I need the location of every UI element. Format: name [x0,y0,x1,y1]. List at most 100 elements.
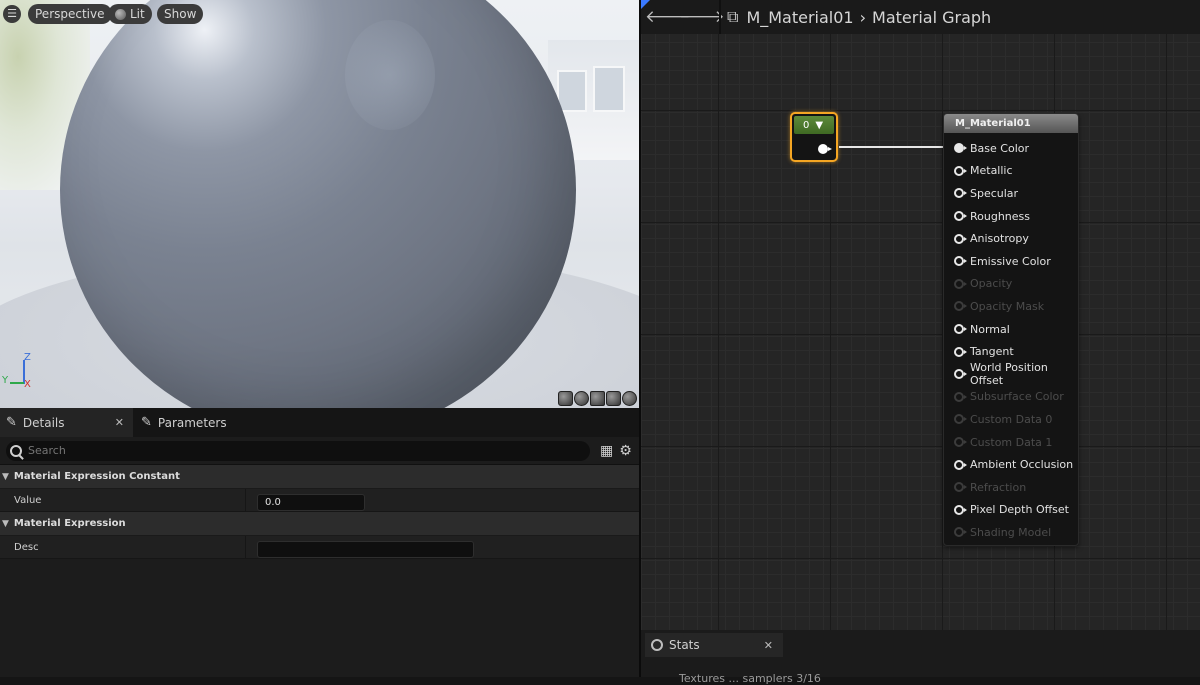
lit-mode-button[interactable]: Lit [108,4,152,24]
tab-stats[interactable]: Stats ✕ [645,633,783,657]
search-input[interactable] [28,444,528,457]
constant-node[interactable]: 0 ▼ [790,112,838,162]
menu-icon: ☰ [7,7,17,20]
input-pin-icon [954,301,967,312]
material-input-label: Shading Model [970,525,1052,539]
material-preview-viewport[interactable]: ☰ Perspective Lit Show Z Y X [0,0,639,408]
y-axis-line [10,382,24,384]
input-pin-icon[interactable] [954,369,967,380]
stats-icon [651,639,663,651]
x-axis-label: X [24,379,31,390]
material-input-label: Custom Data 1 [970,435,1053,449]
connection-wire [839,146,951,148]
input-pin-icon[interactable] [954,346,967,357]
tab-parameters-label: Parameters [157,415,227,430]
teapot-preview-icon[interactable] [622,391,637,406]
perspective-button[interactable]: Perspective [28,4,112,24]
input-pin-icon [954,527,967,538]
z-axis-label: Z [24,352,31,363]
y-axis-label: Y [2,375,9,386]
material-graph-canvas[interactable]: 🡐 🡒 ⧉ M_Material01 › Material Graph 0 ▼ … [639,0,1200,685]
material-input-label: World Position Offset [970,361,1048,388]
table-view-icon[interactable]: ▦ [600,443,613,459]
input-pin-icon[interactable] [954,233,967,244]
material-input-row: Shading Model [944,521,1078,544]
parameters-pencil-icon: ✎ [141,415,152,430]
material-input-label: Metallic [970,164,1013,178]
details-search-row: ▦ ⚙ [0,437,639,465]
chevron-down-icon[interactable]: ▼ [815,120,823,131]
section-material-expression-constant[interactable]: ▼ Material Expression Constant [0,465,639,489]
material-input-row[interactable]: Normal [944,318,1078,341]
cube-preview-icon[interactable] [606,391,621,406]
section-material-expression[interactable]: ▼ Material Expression [0,512,639,536]
lit-sphere-icon [115,8,126,20]
desc-field[interactable] [257,540,474,558]
material-input-row[interactable]: Tangent [944,340,1078,363]
input-pin-icon[interactable] [954,143,967,154]
input-pin-icon[interactable] [954,504,967,515]
breadcrumb-graph[interactable]: Material Graph [872,8,991,27]
material-input-label: Opacity Mask [970,299,1045,313]
input-pin-icon[interactable] [954,256,967,267]
material-input-label: Normal [970,322,1010,336]
close-icon[interactable]: ✕ [764,639,773,652]
graph-corner-marker [641,0,650,9]
material-input-row[interactable]: Specular [944,182,1078,205]
input-pin-icon [954,391,967,402]
material-input-row: Opacity [944,273,1078,296]
preview-sphere [60,0,576,408]
material-input-row[interactable]: World Position Offset [944,361,1078,388]
lit-label: Lit [130,7,145,21]
sphere-highlight [345,20,435,130]
material-input-label: Ambient Occlusion [970,458,1074,472]
tab-parameters[interactable]: ✎ Parameters [133,408,233,437]
back-arrow-icon[interactable]: 🡐 [645,7,691,27]
details-pencil-icon: ✎ [6,415,17,430]
constant-node-header: 0 ▼ [794,116,834,134]
material-result-node[interactable]: M_Material01 Base Color Metallic Specular R… [943,113,1079,546]
stats-panel: Stats ✕ Textures ... samplers 3/16 [641,630,1200,685]
output-pin[interactable] [818,144,832,154]
cylinder-preview-icon[interactable] [558,391,573,406]
environment-window [557,70,587,112]
input-pin-icon[interactable] [954,188,967,199]
tab-details[interactable]: ✎ Details ✕ [0,408,133,437]
material-input-row[interactable]: Ambient Occlusion [944,453,1078,476]
input-pin-icon[interactable] [954,211,967,222]
stats-text: Textures ... samplers 3/16 [679,672,821,685]
breadcrumb-material[interactable]: M_Material01 [746,8,853,27]
graph-header: 🡐 🡒 ⧉ M_Material01 › Material Graph [641,0,1200,34]
material-input-row[interactable]: Anisotropy [944,227,1078,250]
material-input-row[interactable]: Emissive Color [944,250,1078,273]
perspective-label: Perspective [35,7,105,21]
section-title: Material Expression Constant [13,471,180,482]
input-pin-icon[interactable] [954,165,967,176]
viewport-menu-button[interactable]: ☰ [3,5,21,23]
material-input-row[interactable]: Metallic [944,160,1078,183]
value-field[interactable] [257,493,365,511]
plane-preview-icon[interactable] [590,391,605,406]
material-input-label: Pixel Depth Offset [970,503,1069,517]
input-pin-icon[interactable] [954,459,967,470]
search-box[interactable] [6,440,590,461]
property-row-desc: Desc [0,536,639,559]
material-input-row: Custom Data 0 [944,408,1078,431]
settings-gear-icon[interactable]: ⚙ [619,443,632,459]
show-button[interactable]: Show [157,4,204,24]
material-input-label: Refraction [970,480,1027,494]
material-input-row[interactable]: Pixel Depth Offset [944,499,1078,522]
property-name: Desc [0,536,246,558]
axis-gizmo: Z Y X [2,352,38,394]
input-pin-icon[interactable] [954,324,967,335]
material-input-row[interactable]: Roughness [944,205,1078,228]
material-input-row: Subsurface Color [944,386,1078,409]
input-pin-icon [954,414,967,425]
material-input-row[interactable]: Base Color [944,137,1078,160]
input-pin-icon [954,482,967,493]
forward-arrow-icon[interactable]: 🡒 [679,7,725,27]
material-input-label: Anisotropy [970,232,1029,246]
material-input-row: Refraction [944,476,1078,499]
close-icon[interactable]: ✕ [115,416,124,429]
sphere-preview-icon[interactable] [574,391,589,406]
